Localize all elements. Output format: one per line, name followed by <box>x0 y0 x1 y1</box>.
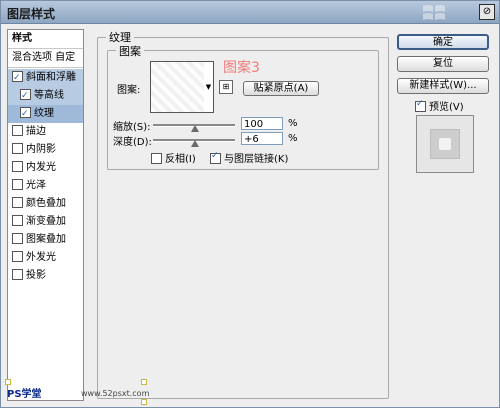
dialog-title: 图层样式 <box>7 7 56 21</box>
checkbox-icon[interactable] <box>12 268 23 280</box>
corner-marker-icon <box>141 379 147 385</box>
style-list: 样式 混合选项 自定 斜面和浮雕 等高线 纹理 描边 内阴影 内发光 光泽 颜色… <box>7 29 84 401</box>
style-list-header[interactable]: 样式 <box>8 30 87 48</box>
pattern-name-overlay: 图案3 <box>223 60 260 76</box>
style-item-stroke[interactable]: 描边 <box>8 123 83 141</box>
checkbox-icon[interactable] <box>12 69 23 87</box>
pattern-group-title: 图案 <box>116 43 144 59</box>
windows-logo-icon <box>423 5 445 20</box>
checkbox-icon[interactable] <box>12 232 23 244</box>
depth-slider-thumb[interactable] <box>191 140 199 147</box>
style-item-texture[interactable]: 纹理 <box>8 105 83 123</box>
style-item-inner-glow[interactable]: 内发光 <box>8 159 83 177</box>
invert-checkbox[interactable] <box>151 152 162 164</box>
new-style-button[interactable]: 新建样式(W)... <box>397 78 489 94</box>
style-item-satin[interactable]: 光泽 <box>8 177 83 195</box>
layer-style-dialog: 图层样式 ⊘ 样式 混合选项 自定 斜面和浮雕 等高线 纹理 描边 内阴影 <box>0 0 500 408</box>
watermark-logo: PS学堂 <box>7 389 42 400</box>
corner-marker-icon <box>5 379 11 385</box>
scale-unit: % <box>288 118 298 129</box>
checkbox-icon[interactable] <box>20 87 31 105</box>
checkbox-icon[interactable] <box>12 178 23 190</box>
style-item-contour[interactable]: 等高线 <box>8 87 83 105</box>
reset-button[interactable]: 复位 <box>397 56 489 72</box>
ok-button[interactable]: 确定 <box>397 34 489 50</box>
style-item-pattern-overlay[interactable]: 图案叠加 <box>8 231 83 249</box>
preview-highlight <box>439 138 451 150</box>
depth-label: 深度(D): <box>113 137 152 148</box>
new-preset-icon[interactable]: ⊞ <box>219 80 233 94</box>
pattern-swatch[interactable] <box>150 61 206 113</box>
style-item-gradient-overlay[interactable]: 渐变叠加 <box>8 213 83 231</box>
checkbox-icon[interactable] <box>12 250 23 262</box>
depth-unit: % <box>288 133 298 144</box>
checkbox-icon[interactable] <box>12 214 23 226</box>
close-button[interactable]: ⊘ <box>479 4 495 20</box>
corner-marker-icon <box>141 399 147 405</box>
pattern-label: 图案: <box>117 85 141 96</box>
style-item-drop-shadow[interactable]: 投影 <box>8 267 83 285</box>
preview-shape <box>430 129 460 159</box>
style-item-outer-glow[interactable]: 外发光 <box>8 249 83 267</box>
style-item-inner-shadow[interactable]: 内阴影 <box>8 141 83 159</box>
checkbox-icon[interactable] <box>20 105 31 123</box>
invert-option[interactable]: 反相(I) <box>151 150 196 165</box>
checkbox-icon[interactable] <box>12 142 23 154</box>
depth-input[interactable]: +6 <box>241 132 283 145</box>
style-item-color-overlay[interactable]: 颜色叠加 <box>8 195 83 213</box>
checkbox-icon[interactable] <box>12 124 23 136</box>
link-with-layer-option[interactable]: 与图层链接(K) <box>210 150 288 165</box>
title-bar: 图层样式 ⊘ <box>1 1 499 24</box>
pattern-dropdown-arrow-icon[interactable]: ▼ <box>204 61 214 113</box>
style-preview-thumbnail <box>416 115 474 173</box>
snap-to-origin-button[interactable]: 贴紧原点(A) <box>243 81 319 96</box>
preview-option[interactable]: 预览(V) <box>415 98 464 113</box>
scale-slider-thumb[interactable] <box>191 125 199 132</box>
watermark-site: www.52psxt.com <box>81 389 150 398</box>
scale-input[interactable]: 100 <box>241 117 283 130</box>
style-item-bevel-emboss[interactable]: 斜面和浮雕 <box>8 69 83 87</box>
checkbox-icon[interactable] <box>12 196 23 208</box>
checkbox-icon[interactable] <box>12 160 23 172</box>
blending-options-item[interactable]: 混合选项 自定 <box>8 49 87 67</box>
link-with-layer-checkbox[interactable] <box>210 151 221 164</box>
preview-checkbox[interactable] <box>415 99 426 112</box>
scale-label: 缩放(S): <box>113 122 151 133</box>
